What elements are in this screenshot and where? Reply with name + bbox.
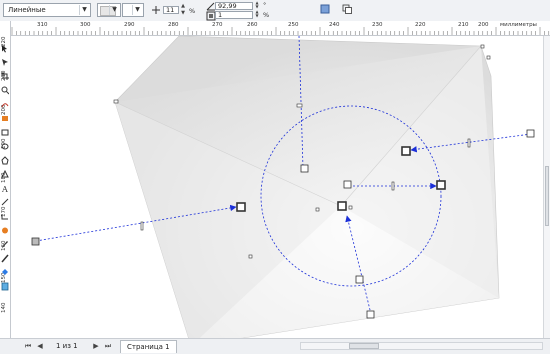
ruler-tick: 300 (80, 22, 91, 28)
start-node-handle[interactable] (526, 129, 535, 138)
step-spinner[interactable]: ▲ ▼ (179, 3, 187, 17)
horizontal-ruler: 310 300 290 280 270 260 250 240 230 220 … (10, 21, 550, 36)
midpoint-handle[interactable] (296, 103, 303, 108)
step-unit: % (189, 7, 196, 15)
zoom-tool-icon[interactable] (1, 86, 9, 95)
node-handle[interactable] (315, 207, 320, 212)
start-color-picker[interactable]: ▼ (97, 3, 121, 17)
interactive-fill-tool-icon[interactable] (1, 282, 9, 291)
outline-tool-icon[interactable] (1, 254, 9, 263)
rectangle-tool-icon[interactable] (1, 128, 9, 137)
page-count: 1 из 1 (56, 342, 78, 350)
vertical-scroll-thumb[interactable] (545, 166, 549, 226)
property-bar: Линейные ▼ ▼ ▼ 11 ▲ ▼ % 92,99 ▲ ▼ ° 1 ▲ ▼ % (0, 0, 550, 22)
ruler-tick: 240 (329, 22, 340, 28)
crop-tool-icon[interactable] (1, 72, 9, 81)
midpoint-slider[interactable] (140, 221, 144, 231)
page-tab[interactable]: Страница 1 (120, 340, 177, 353)
node-handle[interactable] (248, 254, 253, 259)
step-icon (152, 6, 160, 14)
step-input[interactable]: 11 (163, 6, 179, 14)
ruler-tick: 220 (415, 22, 426, 28)
svg-text:A: A (1, 185, 8, 193)
dimension-tool-icon[interactable] (1, 198, 9, 207)
start-node-handle[interactable] (355, 275, 364, 284)
chevron-down-icon[interactable]: ▼ (79, 5, 89, 15)
chevron-down-icon[interactable]: ▼ (132, 5, 142, 15)
edge-pad-unit: % (263, 11, 270, 19)
ruler-tick: 210 (458, 22, 469, 28)
node-handle[interactable] (113, 99, 119, 104)
ruler-tick: 290 (124, 22, 135, 28)
polygon-tool-icon[interactable] (1, 156, 9, 165)
start-node-handle[interactable] (31, 237, 40, 246)
midpoint-slider[interactable] (467, 138, 471, 148)
angle-unit: ° (263, 1, 267, 9)
drawing-canvas[interactable] (11, 36, 543, 338)
node-handle[interactable] (348, 205, 353, 210)
fill-tool-icon[interactable] (1, 268, 9, 277)
vertical-scrollbar[interactable] (543, 36, 550, 338)
chevron-down-icon[interactable]: ▼ (109, 5, 119, 15)
end-node-handle[interactable] (401, 146, 411, 156)
text-tool-icon[interactable]: A (1, 184, 9, 193)
basic-shapes-tool-icon[interactable] (1, 170, 9, 179)
horizontal-scrollbar[interactable] (300, 342, 543, 350)
node-handle[interactable] (486, 55, 491, 60)
drawing-svg (31, 36, 535, 338)
angle-input[interactable]: 92,99 (215, 2, 253, 10)
last-page-icon[interactable]: ⏭ (104, 342, 112, 351)
previous-page-icon[interactable]: ◀ (36, 342, 44, 350)
start-node-handle[interactable] (343, 180, 352, 189)
first-page-icon[interactable]: ⏮ (24, 342, 32, 351)
ruler-tick: 270 (212, 22, 223, 28)
center-node-handle[interactable] (337, 201, 347, 211)
ruler-ticks (11, 27, 550, 35)
midpoint-slider[interactable] (391, 181, 395, 191)
ruler-tick: 230 (372, 22, 383, 28)
ruler-unit-label: миллиметры (500, 22, 537, 28)
end-node-handle[interactable] (236, 202, 246, 212)
page-navigation-bar: ⏮ ◀ 1 из 1 ▶ ⏭ Страница 1 (0, 338, 550, 354)
fill-type-label: Линейные (8, 6, 46, 14)
ruler-tick: 250 (288, 22, 299, 28)
fill-type-dropdown[interactable]: Линейные ▼ (3, 3, 91, 17)
end-node-handle[interactable] (436, 180, 446, 190)
edge-pad-spinner[interactable]: ▲ ▼ (253, 10, 261, 19)
horizontal-scroll-thumb[interactable] (349, 343, 379, 349)
start-node-handle[interactable] (300, 164, 309, 173)
ellipse-tool-icon[interactable] (1, 142, 9, 151)
toolbox: A (0, 36, 10, 336)
freehand-tool-icon[interactable] (1, 100, 9, 109)
node-handle[interactable] (480, 44, 485, 49)
ruler-tick: 260 (247, 22, 258, 28)
interactive-blend-tool-icon[interactable] (1, 226, 9, 235)
smart-fill-tool-icon[interactable] (1, 114, 9, 123)
ruler-tick: 310 (37, 22, 48, 28)
copy-properties-icon[interactable] (342, 4, 352, 14)
pick-tool-icon[interactable] (1, 44, 9, 53)
next-page-icon[interactable]: ▶ (92, 342, 100, 350)
connector-tool-icon[interactable] (1, 212, 9, 221)
ruler-tick: 200 (478, 22, 489, 28)
end-color-picker[interactable]: ▼ (122, 3, 144, 17)
eyedropper-tool-icon[interactable] (1, 240, 9, 249)
start-node-handle[interactable] (366, 310, 375, 319)
edge-pad-input[interactable]: 1 (215, 11, 253, 19)
ruler-tick: 280 (168, 22, 179, 28)
transparency-freeze-icon[interactable] (320, 4, 330, 14)
shape-tool-icon[interactable] (1, 58, 9, 67)
